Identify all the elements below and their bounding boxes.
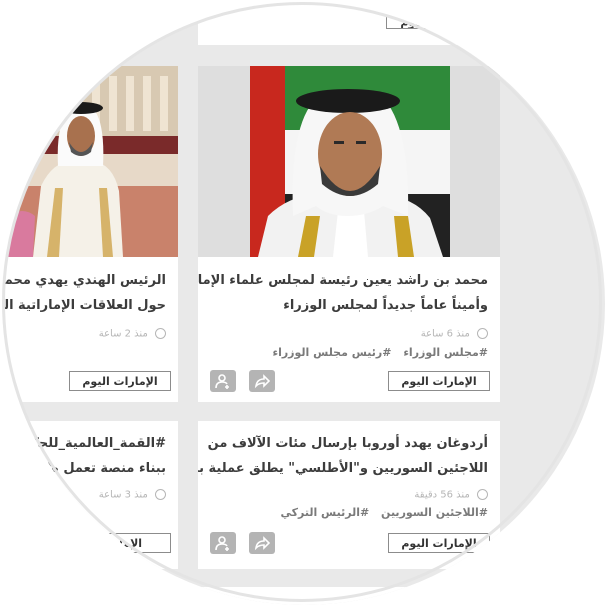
news-tags: #اللاجئين السوريين #الرئيس التركي	[272, 506, 488, 519]
share-arrow-icon	[254, 536, 270, 551]
source-button[interactable]: الإمارات	[69, 533, 171, 553]
tag-link[interactable]: #الرئيس التركي	[280, 506, 369, 519]
source-button[interactable]: الإمارات اليوم	[69, 371, 171, 391]
share-button[interactable]	[249, 532, 275, 554]
news-title[interactable]: حول العلاقات الإماراتية الهندية	[3, 293, 166, 318]
news-card[interactable]: #القمة_العالمية_للحكومات ببناء منصة تعمل…	[3, 421, 178, 569]
clock-icon	[155, 489, 166, 500]
news-title[interactable]: محمد بن راشد يعين رئيسة لمجلس علماء الإم…	[198, 268, 488, 293]
add-user-icon	[215, 374, 229, 389]
tag-link[interactable]: #اللاجئين السوريين	[381, 506, 488, 519]
news-card[interactable]: محمد بن راشد يعين رئيسة لمجلس علماء الإم…	[198, 66, 500, 402]
follow-button[interactable]	[210, 370, 236, 392]
clock-icon	[477, 489, 488, 500]
news-photo[interactable]	[3, 66, 178, 257]
news-title[interactable]: وأميناً عاماً جديداً لمجلس الوزراء	[283, 293, 488, 318]
state-visit-image	[3, 66, 178, 257]
news-title[interactable]: اللاجئين السوريين و"الأطلسي" يطلق عملية …	[198, 456, 488, 481]
source-button[interactable]: الإمارات اليوم	[388, 533, 490, 553]
sheikh-portrait-image	[198, 66, 500, 257]
share-button[interactable]	[249, 370, 275, 392]
news-title[interactable]: أردوغان يهدد أوروبا بإرسال مئات الآلاف م…	[208, 431, 488, 456]
news-photo[interactable]	[198, 66, 500, 257]
news-time: منذ 6 ساعة	[421, 328, 488, 340]
source-button[interactable]: الإمارات اليوم	[386, 15, 490, 29]
news-card-bottom	[198, 587, 500, 605]
news-time: منذ 3 ساعة	[99, 489, 166, 501]
clock-icon	[477, 328, 488, 339]
news-card[interactable]: أردوغان يهدد أوروبا بإرسال مئات الآلاف م…	[198, 421, 500, 569]
tag-link[interactable]: #مجلس الوزراء	[403, 346, 488, 359]
news-title[interactable]: #القمة_العالمية_للحكومات	[3, 431, 166, 456]
add-user-icon	[215, 536, 229, 551]
source-button[interactable]: الإمارات اليوم	[388, 371, 490, 391]
news-time: منذ 2 ساعة	[99, 328, 166, 340]
share-arrow-icon	[254, 374, 270, 389]
follow-button[interactable]	[210, 532, 236, 554]
news-time: منذ 56 دقيقة	[414, 489, 488, 501]
news-card[interactable]: الرئيس الهندي يهدي محمد بن حول العلاقات …	[3, 66, 178, 402]
tag-link[interactable]: #رئيس مجلس الوزراء	[272, 346, 391, 359]
news-card-top: الإمارات اليوم	[198, 3, 500, 45]
news-title[interactable]: ببناء منصة تعمل طوال	[23, 456, 166, 481]
news-tags: #مجلس الوزراء #رئيس مجلس الوزراء	[264, 346, 488, 359]
clock-icon	[155, 328, 166, 339]
news-title[interactable]: الرئيس الهندي يهدي محمد بن	[3, 268, 166, 293]
magnifier-lens: الإمارات اليوم محمد بن راشد يعين رئيسة ل…	[3, 3, 605, 605]
